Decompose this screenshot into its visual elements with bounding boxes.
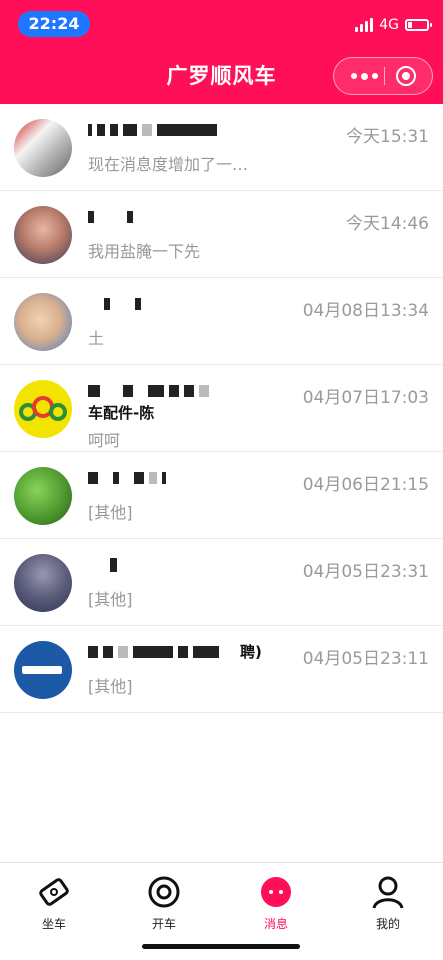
nav-item-ride[interactable]: 坐车 [14, 869, 94, 939]
message-preview: [其他] [88, 590, 133, 609]
message-time: 04月06日21:15 [302, 475, 429, 495]
message-preview: [其他] [88, 503, 133, 522]
list-item[interactable]: 04月05日23:31 [其他] [0, 539, 443, 626]
redacted-name-icon [88, 384, 209, 398]
nav-label: 消息 [263, 917, 288, 931]
message-preview: 土 [88, 329, 105, 348]
close-target-icon[interactable] [396, 66, 416, 86]
nav-label: 我的 [375, 917, 400, 931]
redacted-name-icon [88, 558, 117, 572]
contact-name-text: 车配件-陈 [88, 404, 155, 422]
nav-item-me[interactable]: 我的 [348, 869, 428, 939]
nav-item-drive[interactable]: 开车 [124, 869, 204, 939]
avatar [14, 467, 72, 525]
ticket-icon [37, 875, 71, 909]
message-preview: 我用盐腌一下先 [88, 242, 201, 261]
contact-name: 聘) [88, 642, 303, 664]
contact-name [88, 120, 303, 142]
avatar [14, 554, 72, 612]
contact-name-text: 聘) [240, 643, 262, 661]
nav-item-messages[interactable]: 消息 [236, 869, 316, 939]
message-time: 04月05日23:11 [302, 649, 429, 669]
avatar [14, 641, 72, 699]
message-preview: 呵呵 [88, 431, 121, 450]
message-preview: 现在消息度增加了一… [88, 155, 249, 174]
redacted-name-icon [88, 123, 217, 137]
message-time: 今天14:46 [346, 214, 429, 234]
redacted-name-icon [88, 645, 219, 659]
capsule-divider [384, 67, 385, 85]
avatar [14, 206, 72, 264]
contact-name [88, 294, 303, 316]
gears-logo-icon [19, 396, 67, 421]
status-time: 22:24 [18, 11, 90, 37]
avatar [14, 119, 72, 177]
contact-name [88, 555, 303, 577]
list-item[interactable]: 04月08日13:34 土 [0, 278, 443, 365]
home-indicator [142, 944, 300, 949]
app-header: 22:24 4G 广罗顺风车 [0, 0, 443, 104]
signal-icon [355, 18, 374, 32]
list-item[interactable]: 今天14:46 我用盐腌一下先 [0, 191, 443, 278]
nav-label: 开车 [151, 917, 176, 931]
list-item[interactable]: 聘) 04月05日23:11 [其他] [0, 626, 443, 713]
miniprogram-capsule [333, 57, 433, 95]
avatar [14, 380, 72, 438]
redacted-name-icon [88, 210, 133, 224]
message-time: 04月05日23:31 [302, 562, 429, 582]
list-item[interactable]: 车配件-陈 04月07日17:03 呵呵 [0, 365, 443, 452]
logo-mark-icon [22, 666, 62, 674]
more-icon[interactable] [344, 58, 384, 94]
contact-name: 车配件-陈 [88, 381, 303, 425]
battery-icon [405, 19, 432, 31]
steering-wheel-icon [147, 875, 181, 909]
message-time: 04月07日17:03 [302, 388, 429, 408]
message-preview: [其他] [88, 677, 133, 696]
user-icon [371, 875, 405, 909]
list-item[interactable]: 今天15:31 现在消息度增加了一… [0, 104, 443, 191]
message-list: 今天15:31 现在消息度增加了一… 今天14:46 我用盐腌一下先 04月08… [0, 104, 443, 713]
list-item[interactable]: 04月06日21:15 [其他] [0, 452, 443, 539]
message-bubble-icon [259, 875, 293, 909]
status-icons: 4G [355, 14, 432, 36]
redacted-name-icon [88, 297, 141, 311]
message-time: 04月08日13:34 [302, 301, 429, 321]
network-type: 4G [379, 17, 399, 33]
redacted-name-icon [88, 471, 166, 485]
message-time: 今天15:31 [346, 127, 429, 147]
contact-name [88, 207, 303, 229]
nav-label: 坐车 [41, 917, 66, 931]
contact-name [88, 468, 303, 490]
avatar [14, 293, 72, 351]
